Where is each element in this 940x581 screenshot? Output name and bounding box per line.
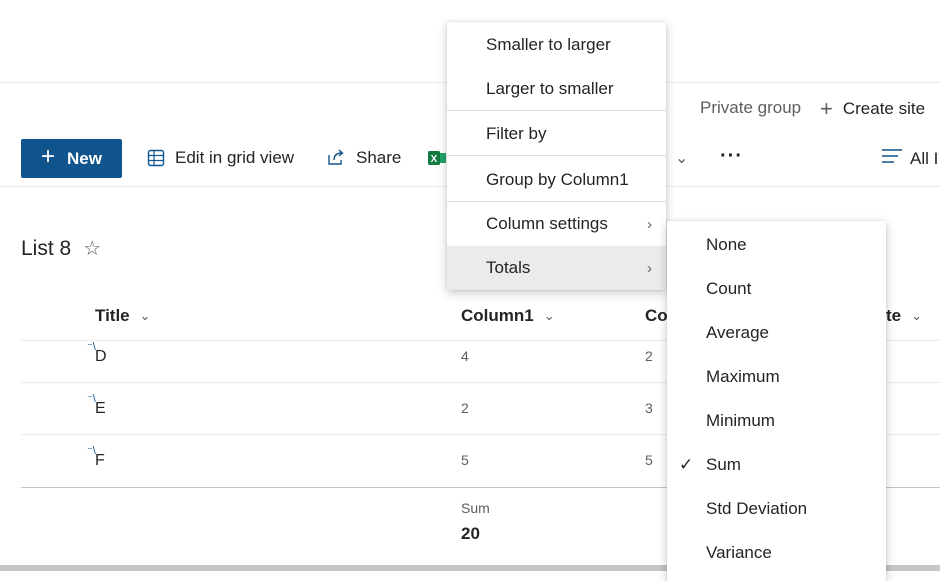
- submenu-item-maximum[interactable]: Maximum: [667, 355, 886, 399]
- edit-grid-view-label: Edit in grid view: [175, 148, 295, 167]
- menu-separator: [447, 110, 666, 111]
- filter-lines-icon: [882, 148, 902, 169]
- menu-item-label: Totals: [486, 258, 531, 277]
- chevron-right-icon: ›: [647, 259, 652, 277]
- checkmark-icon: ✓: [679, 455, 694, 474]
- menu-item-group-by[interactable]: Group by Column1: [447, 158, 666, 202]
- chevron-down-icon: ⌄: [139, 308, 151, 323]
- row-column2: 3: [645, 400, 653, 416]
- excel-icon[interactable]: X: [428, 150, 446, 171]
- submenu-item-none[interactable]: None: [667, 223, 886, 267]
- view-options-button[interactable]: All I: [882, 148, 938, 169]
- plus-icon: +: [820, 96, 833, 121]
- menu-item-totals[interactable]: Totals ›: [447, 246, 666, 290]
- column-header-column1[interactable]: Column1 ⌄: [461, 306, 555, 326]
- submenu-item-std-deviation[interactable]: Std Deviation: [667, 487, 886, 531]
- menu-item-sort-descending[interactable]: Larger to smaller: [447, 67, 666, 111]
- row-column1: 5: [461, 452, 469, 468]
- totals-label: Sum: [461, 500, 490, 516]
- submenu-item-label: Maximum: [706, 367, 780, 386]
- chevron-down-icon: ⌄: [543, 308, 555, 323]
- row-column1: 2: [461, 400, 469, 416]
- chevron-down-icon[interactable]: ⌄: [675, 148, 688, 168]
- create-site-label: Create site: [842, 99, 926, 118]
- list-title: List 8 ☆: [21, 236, 101, 261]
- star-icon[interactable]: ☆: [83, 236, 101, 261]
- row-column1: 4: [461, 348, 469, 364]
- submenu-item-count[interactable]: Count: [667, 267, 886, 311]
- menu-item-label: Smaller to larger: [486, 35, 611, 54]
- new-button[interactable]: + New: [21, 139, 122, 178]
- menu-item-column-settings[interactable]: Column settings ›: [447, 202, 666, 246]
- column-header-title-label: Title: [95, 306, 130, 325]
- row-column2: 2: [645, 348, 653, 364]
- share-label: Share: [356, 148, 402, 167]
- submenu-item-average[interactable]: Average: [667, 311, 886, 355]
- menu-item-label: Larger to smaller: [486, 79, 614, 98]
- column-header-column2-label: Co: [645, 306, 668, 325]
- private-group-label: Private group: [700, 98, 802, 117]
- submenu-item-label: Sum: [706, 455, 741, 474]
- row-title[interactable]: F: [95, 452, 105, 470]
- column-header-date[interactable]: te ⌄: [886, 306, 922, 326]
- submenu-item-label: Average: [706, 323, 770, 342]
- menu-separator: [447, 155, 666, 156]
- menu-item-label: Filter by: [486, 124, 547, 143]
- view-label: All I: [910, 148, 939, 168]
- submenu-item-label: Minimum: [706, 411, 775, 430]
- submenu-item-minimum[interactable]: Minimum: [667, 399, 886, 443]
- svg-text:X: X: [431, 154, 438, 165]
- totals-value: 20: [461, 524, 480, 543]
- plus-icon: +: [41, 143, 56, 170]
- chevron-down-icon: ⌄: [911, 308, 923, 323]
- chevron-right-icon: ›: [647, 215, 652, 233]
- column-header-date-label: te: [886, 306, 902, 325]
- grid-icon: [147, 149, 165, 167]
- column-header-title[interactable]: Title ⌄: [95, 306, 151, 326]
- create-site-button[interactable]: + Create site: [820, 96, 925, 122]
- column-header-column2[interactable]: Co: [645, 306, 668, 326]
- menu-item-filter-by[interactable]: Filter by: [447, 112, 666, 156]
- submenu-item-label: Count: [706, 279, 752, 298]
- submenu-item-sum[interactable]: ✓ Sum: [667, 443, 886, 487]
- totals-submenu: None Count Average Maximum Minimum ✓ Sum…: [667, 221, 886, 581]
- column-header-column1-label: Column1: [461, 306, 534, 325]
- submenu-item-label: Variance: [706, 543, 772, 562]
- share-button[interactable]: Share: [326, 148, 401, 168]
- submenu-item-label: Std Deviation: [706, 499, 808, 518]
- edit-grid-view-button[interactable]: Edit in grid view: [147, 148, 294, 168]
- menu-item-sort-ascending[interactable]: Smaller to larger: [447, 23, 666, 67]
- submenu-item-variance[interactable]: Variance: [667, 531, 886, 575]
- menu-item-label: Group by Column1: [486, 170, 629, 189]
- more-options-icon[interactable]: ···: [720, 145, 743, 168]
- list-title-text: List 8: [21, 236, 72, 260]
- menu-item-label: Column settings: [486, 214, 608, 233]
- row-title[interactable]: E: [95, 400, 106, 418]
- share-icon: [326, 149, 346, 167]
- submenu-item-label: None: [706, 235, 747, 254]
- row-column2: 5: [645, 452, 653, 468]
- column-context-menu: Smaller to larger Larger to smaller Filt…: [447, 22, 666, 290]
- new-button-label: New: [67, 148, 102, 168]
- row-title[interactable]: D: [95, 348, 107, 366]
